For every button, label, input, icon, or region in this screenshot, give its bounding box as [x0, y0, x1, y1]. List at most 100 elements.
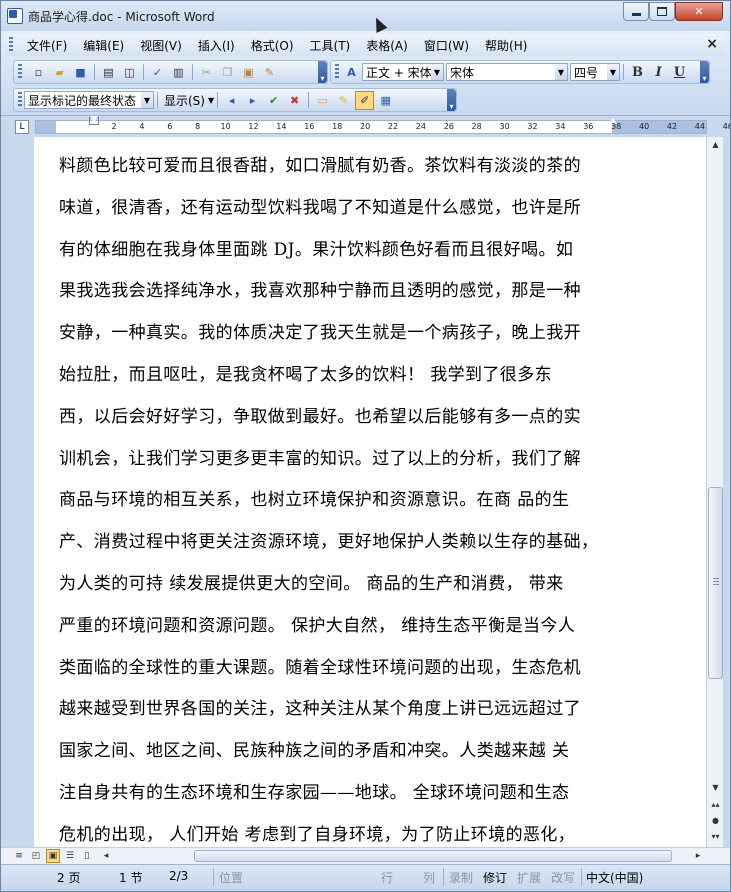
- document-text-line[interactable]: 严重的环境问题和资源问题。 保护大自然， 维持生态平衡是当今人: [59, 611, 575, 636]
- reading-layout-view-icon[interactable]: ▯: [80, 849, 94, 863]
- reviewing-pane-button[interactable]: ▦: [376, 91, 395, 110]
- format-painter-button[interactable]: ✎: [260, 63, 279, 82]
- scroll-left-arrow-icon[interactable]: ◂: [99, 849, 113, 863]
- close-button[interactable]: ✕: [675, 2, 723, 21]
- menu-view[interactable]: 视图(V): [132, 37, 190, 54]
- chevron-down-icon[interactable]: ▼: [141, 92, 153, 108]
- previous-page-icon[interactable]: ▴▴: [708, 797, 723, 812]
- document-text-line[interactable]: 有的体细胞在我身体里面跳 DJ。果汁饮料颜色好看而且很好喝。如: [59, 235, 573, 260]
- status-position: 位置: [219, 871, 244, 885]
- toolbar-options-button[interactable]: ▾: [700, 61, 709, 83]
- document-text-line[interactable]: 始拉肚，而且呕吐，是我贪杯喝了太多的饮料！ 我学到了很多东: [59, 360, 552, 385]
- status-extend[interactable]: 扩展: [517, 869, 541, 886]
- first-line-indent-marker[interactable]: [90, 116, 98, 122]
- menu-format[interactable]: 格式(O): [243, 37, 302, 54]
- previous-change-button[interactable]: ◂: [222, 91, 241, 110]
- show-markup-button[interactable]: 显示(S): [161, 92, 208, 109]
- minimize-button[interactable]: [623, 2, 649, 21]
- menu-insert[interactable]: 插入(I): [190, 37, 243, 54]
- menu-file[interactable]: 文件(F): [19, 37, 75, 54]
- toolbar-grip-handle[interactable]: [335, 64, 339, 80]
- document-text-line[interactable]: 国家之间、地区之间、民族种族之间的矛盾和冲突。人类越来越 关: [59, 736, 569, 761]
- cut-button[interactable]: ✂: [197, 63, 216, 82]
- menu-window[interactable]: 窗口(W): [416, 37, 477, 54]
- accept-change-button[interactable]: ✔: [264, 91, 283, 110]
- ruler-tick-label: 14: [276, 122, 287, 131]
- browse-object-icon[interactable]: ●: [708, 813, 723, 828]
- style-select[interactable]: 正文 + 宋体 ▼: [362, 63, 444, 81]
- menu-edit[interactable]: 编辑(E): [75, 37, 132, 54]
- styles-formatting-button[interactable]: A: [342, 63, 361, 82]
- status-track-changes[interactable]: 修订: [483, 869, 507, 886]
- normal-view-icon[interactable]: ≡: [12, 849, 26, 863]
- printer-icon: ▤: [103, 65, 114, 79]
- print-preview-button[interactable]: ◫: [120, 63, 139, 82]
- insert-comment-button[interactable]: ▭: [313, 91, 332, 110]
- underline-button[interactable]: U: [670, 63, 689, 82]
- close-document-button[interactable]: ×: [706, 36, 718, 52]
- vertical-scroll-thumb[interactable]: [708, 487, 723, 679]
- open-button[interactable]: ▰: [50, 63, 69, 82]
- document-page[interactable]: 料颜色比较可爱而且很香甜，如口滑腻有奶香。茶饮料有淡淡的茶的 味道，很清香，还有运…: [34, 137, 706, 847]
- display-for-review-select[interactable]: 显示标记的最终状态 ▼: [24, 91, 154, 109]
- save-button[interactable]: ■: [71, 63, 90, 82]
- tab-selector-button[interactable]: L: [15, 120, 29, 134]
- horizontal-scroll-thumb[interactable]: [194, 850, 672, 862]
- document-text-line[interactable]: 训机会，让我们学习更多更丰富的知识。过了以上的分析，我们了解: [59, 444, 581, 469]
- chevron-down-icon[interactable]: ▼: [431, 64, 443, 80]
- spelling-button[interactable]: ✓: [148, 63, 167, 82]
- bold-button[interactable]: B: [628, 63, 647, 82]
- document-text-line[interactable]: 注自身共有的生态环境和生存家园——地球。 全球环境问题和生态: [59, 778, 569, 803]
- print-layout-view-icon[interactable]: ▣: [46, 849, 60, 863]
- highlight-button[interactable]: ✎: [334, 91, 353, 110]
- document-text-line[interactable]: 危机的出现， 人们开始 考虑到了自身环境，为了防止环境的恶化，: [59, 820, 575, 845]
- maximize-button[interactable]: [649, 2, 675, 21]
- scroll-up-arrow-icon[interactable]: ▲: [708, 137, 723, 152]
- research-button[interactable]: ▥: [169, 63, 188, 82]
- status-overtype[interactable]: 改写: [551, 869, 575, 886]
- document-text-line[interactable]: 商品与环境的相互关系，也树立环境保护和资源意识。在商 品的生: [59, 485, 569, 510]
- document-text-line[interactable]: 越来越受到世界各国的关注，这种关注从某个角度上讲已远远超过了: [59, 694, 581, 719]
- font-size-select[interactable]: 四号 ▼: [570, 63, 620, 81]
- menu-grip-handle[interactable]: [9, 37, 13, 53]
- status-record[interactable]: 录制: [449, 869, 473, 886]
- track-changes-button[interactable]: ✐: [355, 90, 375, 110]
- new-document-button[interactable]: ▫: [29, 63, 48, 82]
- document-text-line[interactable]: 安静，一种真实。我的体质决定了我天生就是一个病孩子，晚上我开: [59, 318, 581, 343]
- next-change-button[interactable]: ▸: [243, 91, 262, 110]
- status-language[interactable]: 中文(中国): [586, 869, 643, 886]
- toolbar-grip-handle[interactable]: [18, 64, 22, 80]
- chevron-down-icon[interactable]: ▼: [607, 64, 619, 80]
- ruler-tick-label: 8: [195, 122, 201, 131]
- font-select[interactable]: 宋体 ▼: [446, 63, 568, 81]
- word-document-icon[interactable]: [7, 8, 23, 24]
- document-text-line[interactable]: 西，以后会好好学习，争取做到最好。也希望以后能够有多一点的实: [59, 402, 581, 427]
- document-text-line[interactable]: 料颜色比较可爱而且很香甜，如口滑腻有奶香。茶饮料有淡淡的茶的: [59, 151, 581, 176]
- print-button[interactable]: ▤: [99, 63, 118, 82]
- web-layout-view-icon[interactable]: ◰: [29, 849, 43, 863]
- horizontal-ruler[interactable]: 2 4 6 8 10 12 14 16 18 20 22 24 26 28 30 32 34 36 38 40 42 44…: [35, 116, 730, 134]
- vertical-scrollbar[interactable]: ▲ ▼ ▴▴ ● ▾▾: [706, 137, 723, 847]
- document-text-line[interactable]: 类面临的全球性的重大课题。随着全球性环境问题的出现，生态危机: [59, 653, 581, 678]
- menu-tools[interactable]: 工具(T): [302, 37, 359, 54]
- next-page-icon[interactable]: ▾▾: [708, 829, 723, 844]
- toolbar-options-button[interactable]: ▾: [318, 61, 327, 83]
- document-text-line[interactable]: 味道，很清香，还有运动型饮料我喝了不知道是什么感觉，也许是所: [59, 193, 581, 218]
- scroll-right-arrow-icon[interactable]: ▸: [691, 849, 705, 863]
- document-text-line[interactable]: 果我选我会选择纯净水，我喜欢那种宁静而且透明的感觉，那是一种: [59, 276, 581, 301]
- chevron-down-icon[interactable]: ▼: [208, 96, 214, 105]
- ruler-tick-label: 16: [304, 122, 315, 131]
- scroll-down-arrow-icon[interactable]: ▼: [708, 780, 723, 795]
- menu-help[interactable]: 帮助(H): [477, 37, 535, 54]
- italic-button[interactable]: I: [649, 63, 668, 82]
- paste-button[interactable]: ▣: [239, 63, 258, 82]
- chevron-down-icon[interactable]: ▼: [555, 64, 567, 80]
- toolbar-grip-handle[interactable]: [18, 92, 22, 108]
- document-text-line[interactable]: 为人类的可持 续发展提供更大的空间。 商品的生产和消费， 带来: [59, 569, 564, 594]
- menu-table[interactable]: 表格(A): [358, 37, 416, 54]
- reject-change-button[interactable]: ✖: [285, 91, 304, 110]
- document-text-line[interactable]: 产、消费过程中将更关注资源环境，更好地保护人类赖以生存的基础，: [59, 527, 598, 552]
- outline-view-icon[interactable]: ☰: [63, 849, 77, 863]
- toolbar-options-button[interactable]: ▾: [447, 89, 456, 111]
- copy-button[interactable]: ❐: [218, 63, 237, 82]
